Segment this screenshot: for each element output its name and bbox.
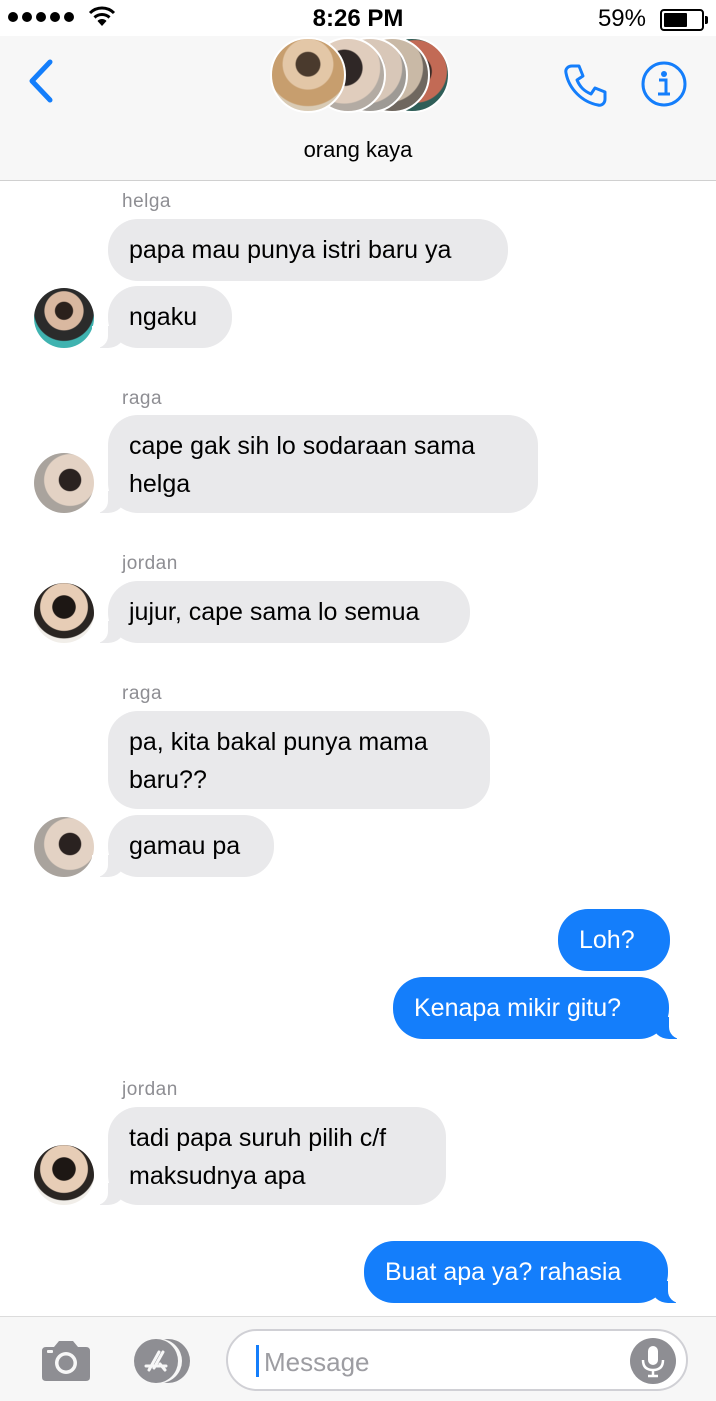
battery-percentage: 59%: [597, 5, 646, 32]
camera-icon[interactable]: [38, 1339, 94, 1383]
microphone-icon[interactable]: [628, 1336, 678, 1386]
message-text: gamau pa: [129, 832, 241, 860]
group-avatar-main: [270, 37, 346, 113]
message-text: ngaku: [129, 303, 198, 331]
message-text: Loh?: [579, 926, 635, 954]
message-text: cape gak sih lo sodaraan sama helga: [129, 432, 476, 498]
back-chevron-icon[interactable]: [24, 58, 58, 104]
message-text: Kenapa mikir gitu?: [414, 994, 622, 1022]
avatar[interactable]: [34, 453, 94, 513]
battery-icon: [660, 9, 708, 31]
sender-name: helga: [122, 191, 171, 212]
incoming-message[interactable]: papa mau punya istri baru ya: [108, 219, 508, 281]
incoming-message[interactable]: gamau pa: [92, 815, 274, 877]
incoming-message[interactable]: ngaku: [92, 286, 232, 348]
group-name[interactable]: orang kaya: [0, 137, 716, 163]
message-input[interactable]: [262, 1339, 626, 1385]
status-bar: 8:26 PM 59%: [0, 0, 716, 36]
outgoing-message[interactable]: Loh?: [558, 909, 670, 971]
incoming-message[interactable]: jujur, cape sama lo semua: [92, 581, 470, 643]
outgoing-message[interactable]: Buat apa ya? rahasia: [364, 1241, 684, 1303]
incoming-message[interactable]: pa, kita bakal punya mama baru??: [108, 711, 490, 809]
message-text: Buat apa ya? rahasia: [385, 1258, 622, 1286]
incoming-message[interactable]: cape gak sih lo sodaraan sama helga: [92, 415, 538, 513]
message-text: pa, kita bakal punya mama baru??: [129, 728, 428, 794]
message-text: jujur, cape sama lo semua: [129, 598, 420, 626]
avatar[interactable]: [34, 817, 94, 877]
avatar[interactable]: [34, 288, 94, 348]
phone-icon[interactable]: [560, 60, 610, 110]
text-cursor: [256, 1345, 259, 1377]
group-avatar-stack[interactable]: [270, 37, 450, 117]
sender-name: raga: [122, 388, 163, 409]
avatar[interactable]: [34, 1145, 94, 1205]
outgoing-message[interactable]: Kenapa mikir gitu?: [393, 977, 685, 1039]
message-text: tadi papa suruh pilih c/f maksudnya apa: [129, 1124, 387, 1190]
message-text: papa mau punya istri baru ya: [129, 236, 452, 264]
compose-bar: [0, 1316, 716, 1401]
sender-name: raga: [122, 683, 163, 704]
incoming-message[interactable]: tadi papa suruh pilih c/f maksudnya apa: [92, 1107, 446, 1205]
info-icon[interactable]: [640, 60, 688, 108]
conversation-header: orang kaya: [0, 36, 716, 181]
sender-name: jordan: [122, 1079, 178, 1100]
sender-name: jordan: [122, 553, 178, 574]
avatar[interactable]: [34, 583, 94, 643]
message-list[interactable]: helga papa mau punya istri baru ya ngaku…: [0, 181, 716, 1316]
app-store-icon[interactable]: [130, 1337, 196, 1385]
message-field[interactable]: [226, 1329, 688, 1391]
